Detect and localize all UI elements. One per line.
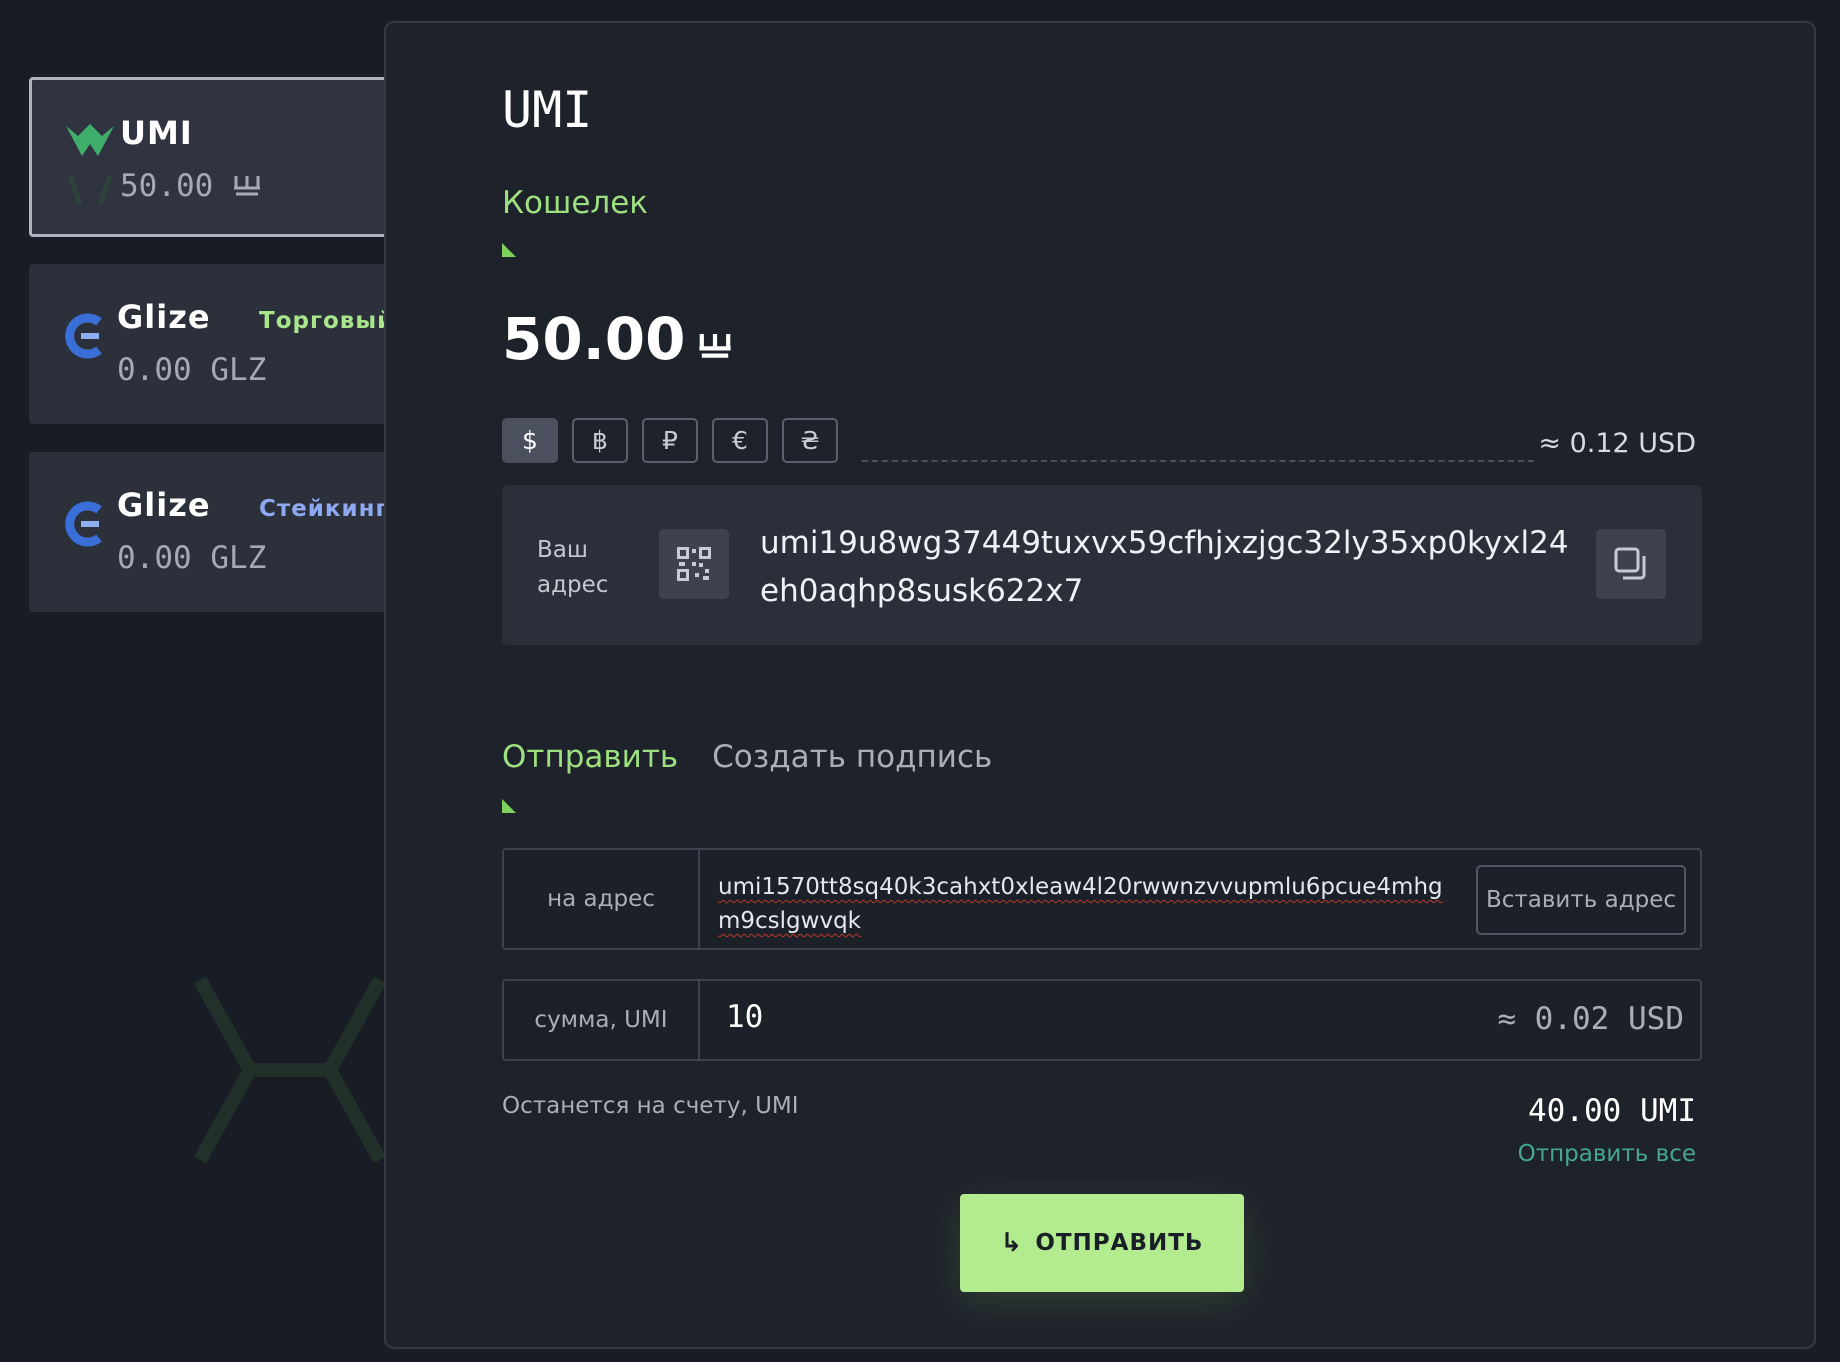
wallet-balance: 0.00 GLZ [117,352,267,388]
copy-icon [1614,547,1646,580]
copy-address-button[interactable] [1596,529,1666,599]
amount-input[interactable]: 10 [726,999,763,1035]
umi-currency-icon [234,176,260,196]
currency-eur-button[interactable]: € [712,418,768,463]
amount-usd-equivalent: ≈ 0.02 USD [1497,1001,1684,1037]
recipient-address-field: на адрес umi1570tt8sq40k3cahxt0xleaw4l20… [502,848,1702,950]
currency-rub-button[interactable]: ₽ [642,418,698,463]
umi-logo-icon [66,124,114,204]
dotted-divider [862,460,1534,462]
wallet-name: Glize [117,298,211,336]
your-address-box: Ваш адрес umi19u8wg37449tuxvx59cfhjxzjgc… [502,485,1702,645]
remaining-balance-value: 40.00 UMI [1528,1093,1696,1129]
page-title: UMI [502,81,593,139]
qr-code-icon [677,547,711,581]
address-label: Ваш адрес [537,537,609,598]
wallet-balance-large: 50.00 [502,305,733,373]
wallet-detail-panel: UMI Кошелек 50.00 $ ฿ ₽ € ₴ ≈ 0.12 USD В… [384,21,1816,1349]
umi-currency-icon [699,334,732,358]
send-arrow-icon: ↳ [1000,1228,1024,1258]
currency-selector: $ ฿ ₽ € ₴ [502,418,838,463]
paste-address-button[interactable]: Вставить адрес [1476,865,1686,935]
recipient-address-input[interactable]: umi1570tt8sq40k3cahxt0xleaw4l20rwwnzvvup… [718,870,1458,938]
send-button[interactable]: ↳ ОТПРАВИТЬ [960,1194,1244,1292]
send-all-link[interactable]: Отправить все [1518,1141,1696,1167]
tab-create-signature[interactable]: Создать подпись [712,739,992,775]
section-marker [502,243,516,257]
wallet-address: umi19u8wg37449tuxvx59cfhjxzjgc32ly35xp0k… [760,525,1569,609]
amount-field: сумма, UMI 10 ≈ 0.02 USD [502,979,1702,1061]
amount-label: сумма, UMI [504,981,700,1059]
wallet-tag-trading: Торговый [259,308,395,334]
qr-code-button[interactable] [659,529,729,599]
currency-uah-button[interactable]: ₴ [782,418,838,463]
wallet-name: UMI [120,114,193,152]
currency-usd-button[interactable]: $ [502,418,558,463]
send-button-label: ОТПРАВИТЬ [1035,1230,1204,1256]
wallet-balance: 0.00 GLZ [117,540,267,576]
remaining-balance-label: Останется на счету, UMI [502,1093,799,1119]
glize-logo-icon [65,501,102,547]
wallet-section-label: Кошелек [502,185,649,221]
action-tabs: Отправить Создать подпись [502,739,992,775]
currency-btc-button[interactable]: ฿ [572,418,628,463]
glize-logo-icon [65,313,102,359]
recipient-label: на адрес [504,850,700,948]
wallet-balance: 50.00 [120,168,262,204]
balance-usd-equivalent: ≈ 0.12 USD [1538,428,1696,459]
tab-send[interactable]: Отправить [502,739,678,775]
wallet-tag-staking: Стейкинг [259,496,389,522]
wallet-name: Glize [117,486,211,524]
tab-marker [502,799,516,813]
